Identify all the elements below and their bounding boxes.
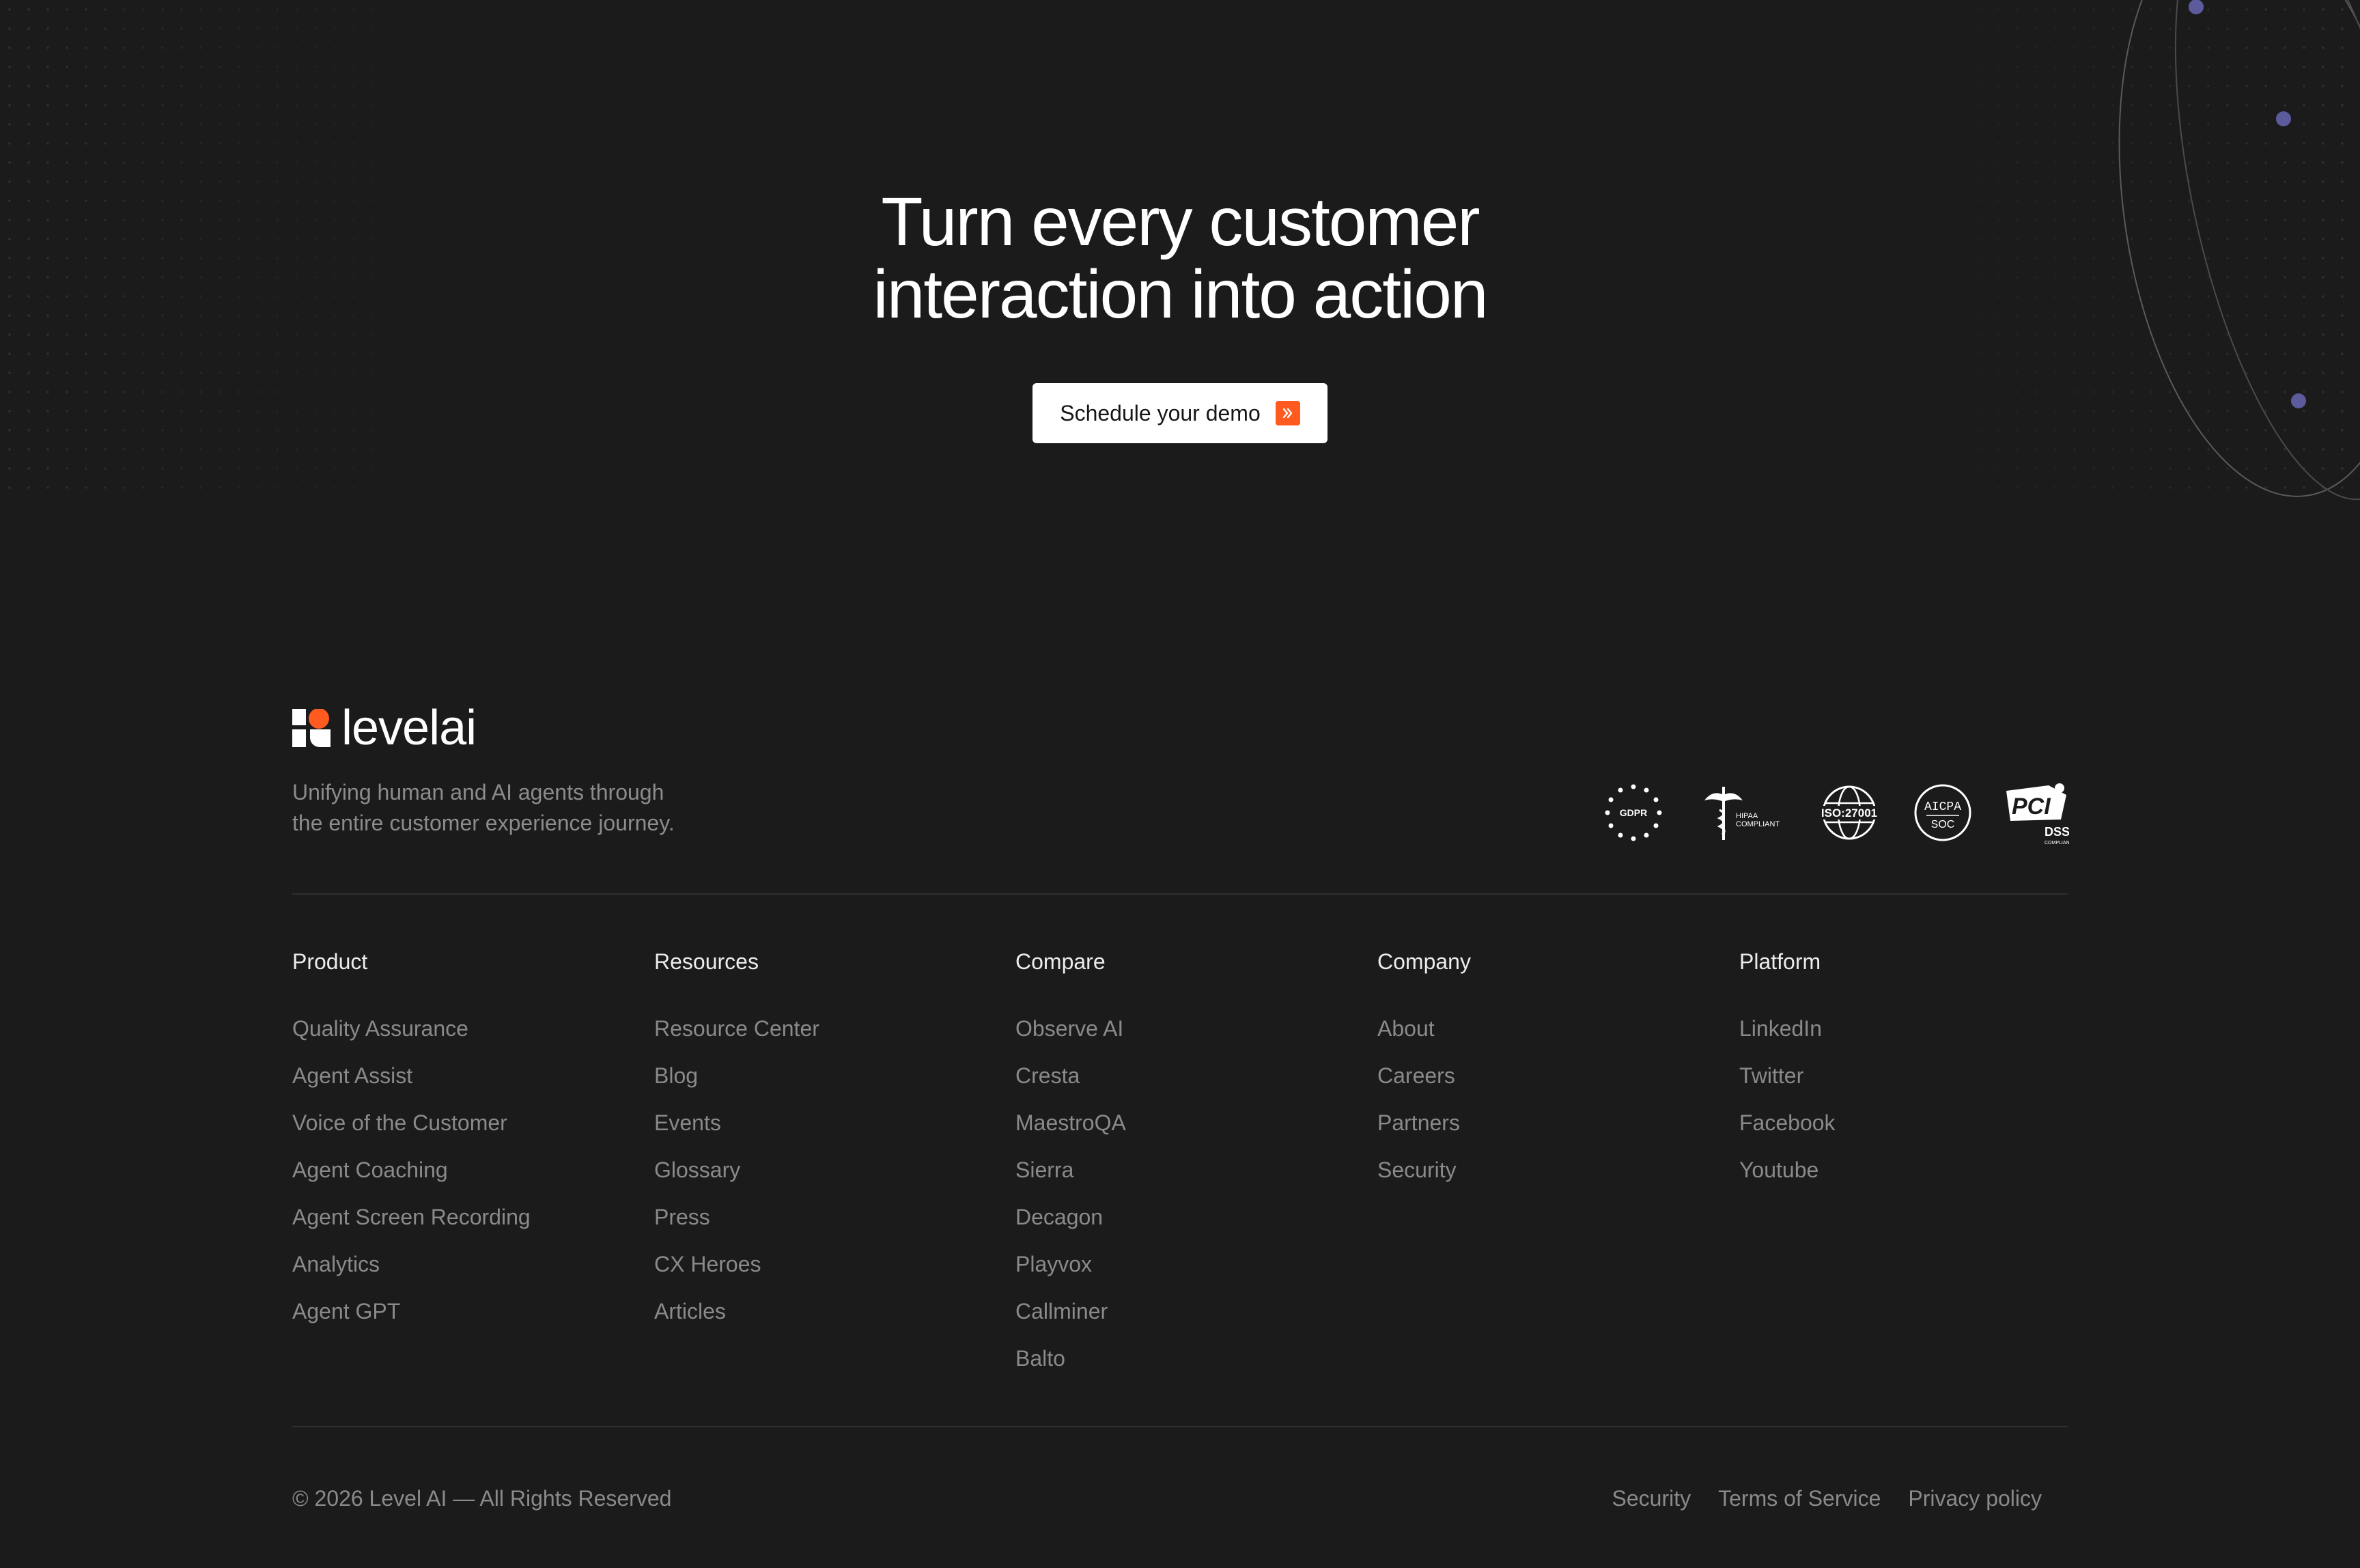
footer-link-about[interactable]: About <box>1377 1015 1471 1042</box>
footer-link-blog[interactable]: Blog <box>654 1062 819 1089</box>
double-chevron-right-icon <box>1275 401 1300 425</box>
iso-27001-badge-icon: ISO:27001 <box>1819 785 1879 840</box>
levelai-logo[interactable]: levelai <box>292 701 477 755</box>
footer-column-title: Platform <box>1739 949 1821 974</box>
footer-link-articles[interactable]: Articles <box>654 1298 819 1325</box>
footer-link-callminer[interactable]: Callminer <box>1015 1298 1126 1325</box>
footer-column-company: Company About Careers Partners Security <box>1377 948 1471 1203</box>
footer-link-playvox[interactable]: Playvox <box>1015 1250 1126 1278</box>
footer-link-events[interactable]: Events <box>654 1109 819 1136</box>
footer-link-sierra[interactable]: Sierra <box>1015 1156 1126 1184</box>
footer-link-cresta[interactable]: Cresta <box>1015 1062 1126 1089</box>
footer-column-resources: Resources Resource Center Blog Events Gl… <box>654 948 819 1345</box>
footer-column-title: Resources <box>654 949 759 974</box>
footer-link-analytics[interactable]: Analytics <box>292 1250 531 1278</box>
svg-text:COMPLIANT: COMPLIANT <box>2045 841 2069 845</box>
footer-column-platform: Platform LinkedIn Twitter Facebook Youtu… <box>1739 948 1836 1203</box>
footer-column-title: Product <box>292 949 368 974</box>
schedule-demo-button[interactable]: Schedule your demo <box>1032 383 1328 443</box>
aicpa-badge-label: AICPA <box>1924 800 1961 814</box>
footer-link-linkedin[interactable]: LinkedIn <box>1739 1015 1836 1042</box>
gdpr-badge-label: GDPR <box>1620 807 1647 818</box>
footer-link-partners[interactable]: Partners <box>1377 1109 1471 1136</box>
footer-link-agent-coaching[interactable]: Agent Coaching <box>292 1156 531 1184</box>
footer-link-facebook[interactable]: Facebook <box>1739 1109 1836 1136</box>
compliance-badges: GDPR HIPAA COMPLIANT ISO:27001 AICPA SOC… <box>1605 783 2069 845</box>
legal-links: Security Terms of Service Privacy policy <box>1612 1485 2042 1512</box>
orbit-dot <box>2276 111 2291 126</box>
footer-column-compare: Compare Observe AI Cresta MaestroQA Sier… <box>1015 948 1126 1392</box>
svg-text:COMPLIANT: COMPLIANT <box>1736 820 1780 828</box>
pci-dss-badge-icon: PCI DSS COMPLIANT <box>2006 783 2069 845</box>
footer-divider-bottom <box>292 1426 2068 1427</box>
hipaa-badge-label: HIPAA <box>1736 812 1758 820</box>
hero-headline-line1: Turn every customer <box>881 184 1480 260</box>
levelai-logo-icon <box>292 709 331 747</box>
footer-link-resource-center[interactable]: Resource Center <box>654 1015 819 1042</box>
footer-link-decagon[interactable]: Decagon <box>1015 1203 1126 1231</box>
orbit-dot <box>2189 0 2204 14</box>
svg-text:PCI: PCI <box>2012 794 2051 820</box>
schedule-demo-label: Schedule your demo <box>1060 400 1261 425</box>
footer-column-title: Company <box>1377 949 1471 974</box>
levelai-wordmark: levelai <box>341 701 477 755</box>
legal-link-terms-of-service[interactable]: Terms of Service <box>1718 1485 1881 1512</box>
hero-headline-line2: interaction into action <box>873 256 1488 333</box>
tagline-line2: the entire customer experience journey. <box>292 811 675 835</box>
hipaa-badge-icon: HIPAA COMPLIANT <box>1704 787 1780 840</box>
pci-badge-label: DSS <box>2045 825 2069 839</box>
footer-link-twitter[interactable]: Twitter <box>1739 1062 1836 1089</box>
footer-link-balto[interactable]: Balto <box>1015 1345 1126 1372</box>
footer-link-agent-screen-recording[interactable]: Agent Screen Recording <box>292 1203 531 1231</box>
copyright-text: © 2026 Level AI — All Rights Reserved <box>292 1486 672 1511</box>
orbit-dot <box>2291 393 2306 408</box>
footer-link-observe-ai[interactable]: Observe AI <box>1015 1015 1126 1042</box>
tagline-line1: Unifying human and AI agents through <box>292 780 664 804</box>
footer-link-agent-gpt[interactable]: Agent GPT <box>292 1298 531 1325</box>
footer-link-careers[interactable]: Careers <box>1377 1062 1471 1089</box>
svg-text:SOC: SOC <box>1931 819 1955 830</box>
footer-link-agent-assist[interactable]: Agent Assist <box>292 1062 531 1089</box>
hero-headline: Turn every customer interaction into act… <box>0 186 2360 331</box>
footer-column-title: Compare <box>1015 949 1106 974</box>
footer-divider-top <box>292 893 2068 895</box>
footer-link-voice-of-the-customer[interactable]: Voice of the Customer <box>292 1109 531 1136</box>
footer-link-cx-heroes[interactable]: CX Heroes <box>654 1250 819 1278</box>
iso-badge-label: ISO:27001 <box>1821 807 1877 820</box>
footer-link-quality-assurance[interactable]: Quality Assurance <box>292 1015 531 1042</box>
footer-column-product: Product Quality Assurance Agent Assist V… <box>292 948 531 1345</box>
legal-link-security[interactable]: Security <box>1612 1485 1691 1512</box>
brand-tagline: Unifying human and AI agents through the… <box>292 777 716 839</box>
footer-link-press[interactable]: Press <box>654 1203 819 1231</box>
footer-link-security[interactable]: Security <box>1377 1156 1471 1184</box>
gdpr-badge-icon: GDPR <box>1605 784 1662 841</box>
footer-link-glossary[interactable]: Glossary <box>654 1156 819 1184</box>
footer-link-maestroqa[interactable]: MaestroQA <box>1015 1109 1126 1136</box>
footer-link-youtube[interactable]: Youtube <box>1739 1156 1836 1184</box>
legal-link-privacy-policy[interactable]: Privacy policy <box>1908 1485 2042 1512</box>
aicpa-soc-badge-icon: AICPA SOC <box>1914 784 1971 841</box>
